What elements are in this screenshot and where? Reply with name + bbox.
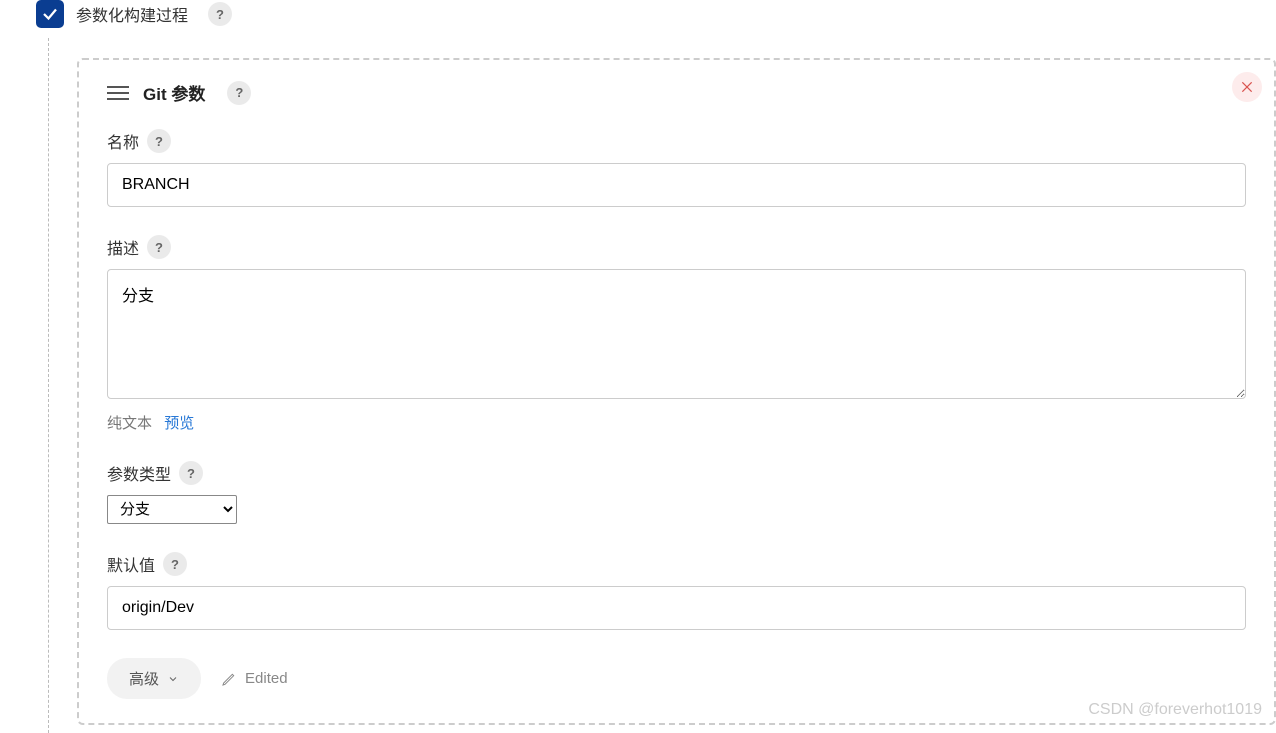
parameterized-build-checkbox[interactable] xyxy=(36,0,64,28)
param-type-select[interactable]: 分支 xyxy=(107,495,237,524)
preview-link[interactable]: 预览 xyxy=(164,415,194,432)
parameterized-build-label: 参数化构建过程 xyxy=(76,2,188,26)
advanced-button[interactable]: 高级 xyxy=(107,658,201,699)
help-icon[interactable]: ? xyxy=(163,552,187,576)
pencil-icon xyxy=(221,671,237,687)
close-button[interactable] xyxy=(1232,72,1262,102)
chevron-down-icon xyxy=(167,673,179,685)
edited-text: Edited xyxy=(245,670,288,687)
advanced-button-label: 高级 xyxy=(129,668,159,689)
name-input[interactable] xyxy=(107,163,1246,207)
help-icon[interactable]: ? xyxy=(227,81,251,105)
default-value-label: 默认值 xyxy=(107,552,155,576)
watermark-text: CSDN @foreverhot1019 xyxy=(1088,701,1262,719)
block-title: Git 参数 xyxy=(143,80,205,105)
description-label: 描述 xyxy=(107,235,139,259)
plaintext-link[interactable]: 纯文本 xyxy=(107,415,152,432)
param-type-label: 参数类型 xyxy=(107,461,171,485)
description-textarea[interactable] xyxy=(107,269,1246,399)
drag-handle-icon[interactable] xyxy=(107,86,129,100)
help-icon[interactable]: ? xyxy=(208,2,232,26)
help-icon[interactable]: ? xyxy=(179,461,203,485)
edited-indicator: Edited xyxy=(221,670,288,687)
close-icon xyxy=(1240,80,1254,94)
help-icon[interactable]: ? xyxy=(147,235,171,259)
git-parameter-block: Git 参数 ? 名称 ? 描述 ? 纯文本 预览 xyxy=(77,58,1276,725)
help-icon[interactable]: ? xyxy=(147,129,171,153)
name-label: 名称 xyxy=(107,129,139,153)
check-icon xyxy=(41,5,59,23)
default-value-input[interactable] xyxy=(107,586,1246,630)
